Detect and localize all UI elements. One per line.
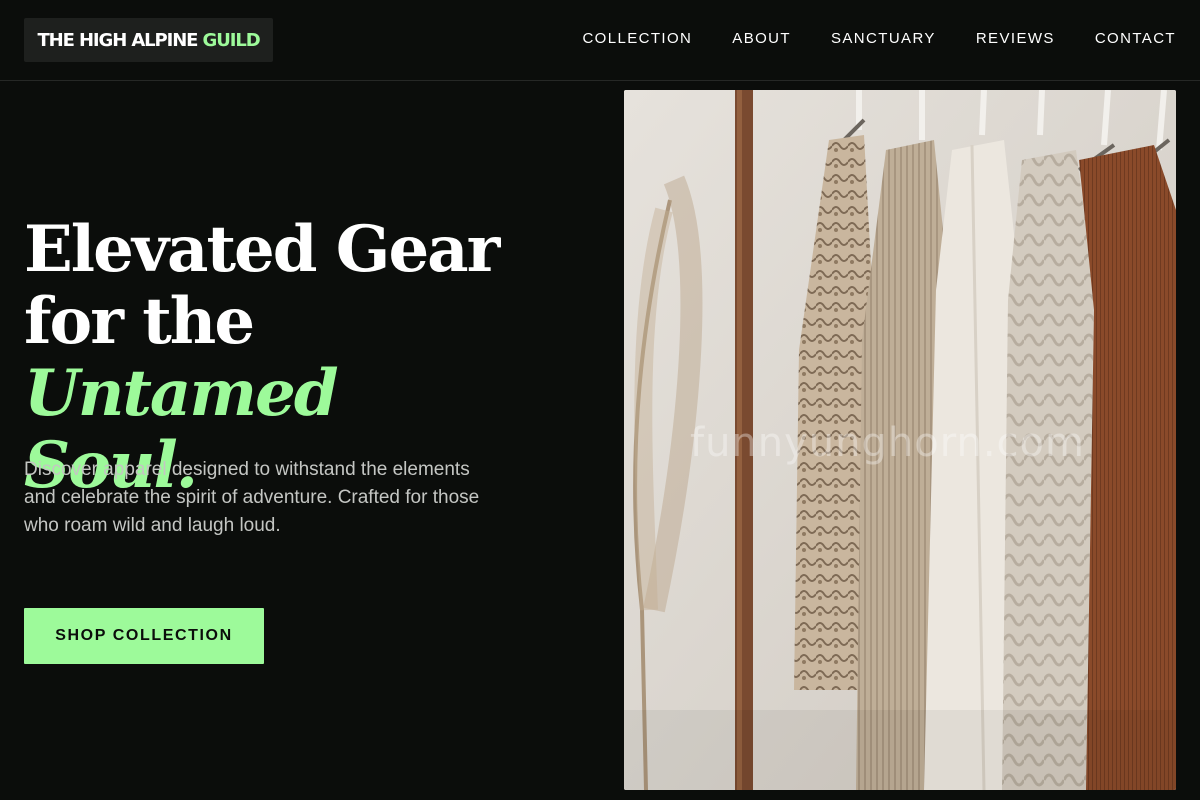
hero-title-line2: for the (24, 284, 255, 359)
hero-description: Discover apparel designed to withstand t… (24, 459, 480, 536)
image-watermark: funnyunghorn.com (690, 420, 1085, 466)
hero-title-accent-untamed: Untamed (24, 356, 339, 431)
nav-link-contact[interactable]: CONTACT (1095, 29, 1176, 49)
brand-name-accent: GUILD (202, 29, 261, 51)
nav-link-collection[interactable]: COLLECTION (582, 29, 692, 49)
brand-logo[interactable]: THE HIGH ALPINE GUILD (24, 18, 273, 62)
hero-title-line1: Elevated Gear (24, 212, 500, 287)
site-header: THE HIGH ALPINE GUILD COLLECTION ABOUT S… (0, 0, 1200, 81)
brand-name-main: THE HIGH ALPINE (37, 29, 203, 51)
nav-link-reviews[interactable]: REVIEWS (976, 29, 1055, 49)
nav-link-sanctuary[interactable]: SANCTUARY (831, 29, 936, 49)
nav-link-about[interactable]: ABOUT (732, 29, 791, 49)
shop-collection-button[interactable]: SHOP COLLECTION (24, 608, 264, 664)
brand-name: THE HIGH ALPINE GUILD (37, 29, 261, 51)
hero-image: funnyunghorn.com (624, 90, 1176, 790)
main-nav: COLLECTION ABOUT SANCTUARY REVIEWS CONTA… (582, 29, 1176, 49)
